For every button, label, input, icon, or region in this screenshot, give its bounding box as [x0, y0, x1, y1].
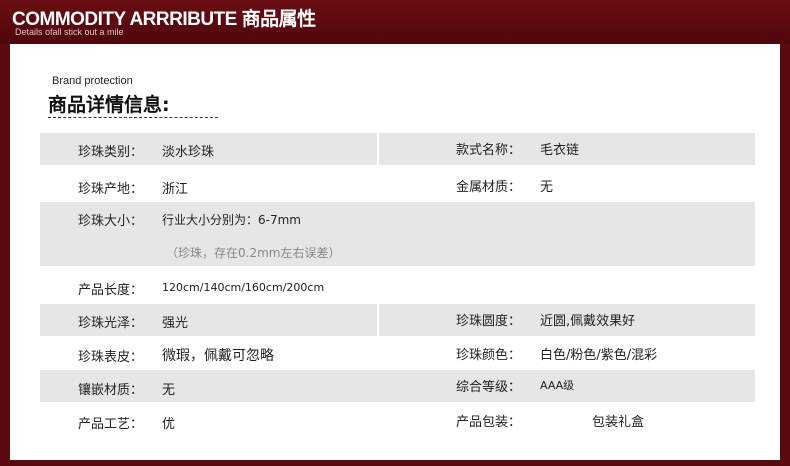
attribute-label: 珍珠光泽：: [78, 316, 144, 331]
attribute-value: 包装礼盒: [592, 415, 645, 430]
attribute-value: 强光: [162, 316, 189, 331]
attribute-label: 产品包装：: [456, 415, 522, 430]
attribute-row: 珍珠光泽： 强光 珍珠圆度： 近圆,佩戴效果好: [40, 304, 755, 336]
attribute-value: 微瑕，佩戴可忽略: [162, 348, 274, 364]
attribute-value: 120cm/140cm/160cm/200cm: [162, 281, 325, 294]
attribute-label: 款式名称：: [456, 143, 522, 158]
attribute-row: 珍珠表皮： 微瑕，佩戴可忽略 珍珠颜色： 白色/粉色/紫色/混彩: [40, 338, 755, 370]
attribute-value: AAA级: [540, 379, 575, 392]
attribute-value: 近圆,佩戴效果好: [540, 314, 636, 329]
title-underline: [48, 117, 218, 118]
attribute-row: 产品长度： 120cm/140cm/160cm/200cm: [40, 270, 755, 302]
attribute-label: 综合等级：: [456, 380, 522, 395]
attribute-label: 珍珠大小：: [78, 214, 144, 229]
attribute-label: 产品工艺：: [78, 417, 144, 432]
attribute-label: 珍珠产地：: [78, 182, 144, 197]
row-divider: [377, 133, 379, 165]
header-bar: COMMODITY ARRRIBUTE 商品属性 Details ofall s…: [0, 0, 790, 44]
section-title: 商品详情信息:: [48, 94, 170, 116]
attribute-value: 浙江: [162, 182, 189, 197]
header-subtitle: Details ofall stick out a mile: [15, 27, 124, 37]
attribute-row: 珍珠产地： 浙江 金属材质： 无: [40, 168, 755, 200]
attribute-label: 珍珠类别：: [78, 145, 144, 160]
attribute-value: 优: [162, 417, 176, 432]
attribute-value: 白色/粉色/紫色/混彩: [540, 348, 658, 363]
attribute-panel: Brand protection 商品详情信息: 珍珠类别： 淡水珍珠 款式名称…: [10, 44, 780, 460]
attribute-row: 珍珠大小： 行业大小分别为：6-7mm （珍珠，存在0.2mm左右误差）: [40, 202, 755, 266]
attribute-value: 毛衣链: [540, 143, 580, 158]
attribute-value: 无: [162, 383, 176, 398]
attribute-row: 珍珠类别： 淡水珍珠 款式名称： 毛衣链: [40, 133, 755, 165]
attribute-row: 镶嵌材质： 无 综合等级： AAA级: [40, 370, 755, 402]
attribute-label: 镶嵌材质：: [78, 383, 144, 398]
brand-protection-label: Brand protection: [52, 75, 133, 87]
attribute-label: 珍珠表皮：: [78, 350, 144, 365]
attribute-label: 金属材质：: [456, 180, 522, 195]
attribute-row: 产品工艺： 优 产品包装： 包装礼盒: [40, 404, 755, 436]
attribute-note: （珍珠，存在0.2mm左右误差）: [166, 246, 341, 260]
attribute-value: 淡水珍珠: [162, 145, 215, 160]
attribute-value: 无: [540, 180, 554, 195]
attribute-label: 珍珠颜色：: [456, 348, 522, 363]
attribute-label: 珍珠圆度：: [456, 314, 522, 329]
attribute-label: 产品长度：: [78, 283, 144, 298]
row-divider: [377, 304, 379, 336]
attribute-value: 行业大小分别为：6-7mm: [162, 213, 301, 227]
